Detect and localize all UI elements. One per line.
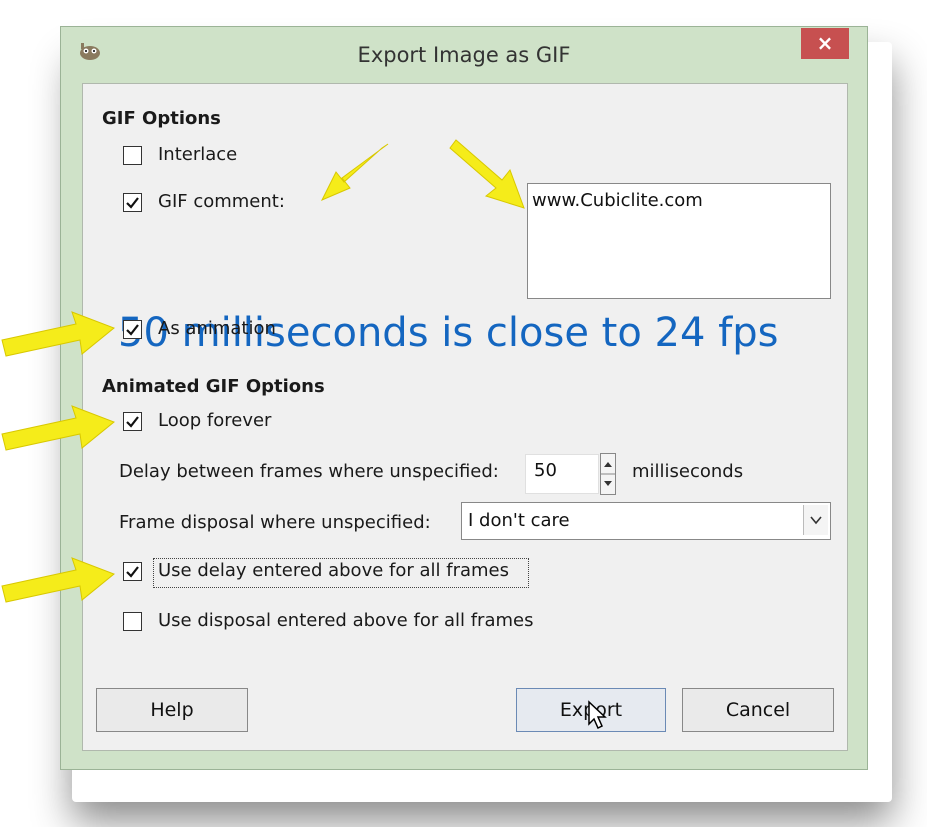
animated-options-heading: Animated GIF Options xyxy=(102,376,325,397)
close-icon: × xyxy=(816,31,834,55)
delay-label: Delay between frames where unspecified: xyxy=(119,461,499,482)
loop-forever-label[interactable]: Loop forever xyxy=(158,410,271,431)
disposal-label: Frame disposal where unspecified: xyxy=(119,512,431,533)
gif-comment-label[interactable]: GIF comment: xyxy=(158,191,285,212)
gif-comment-checkbox[interactable] xyxy=(123,193,142,212)
as-animation-label[interactable]: As animation xyxy=(158,318,276,339)
interlace-checkbox[interactable] xyxy=(123,146,142,165)
delay-input[interactable]: 50 xyxy=(525,454,599,494)
checkmark-icon xyxy=(126,566,139,578)
checkmark-icon xyxy=(126,324,139,336)
checkmark-icon xyxy=(126,197,139,209)
gif-options-heading: GIF Options xyxy=(102,108,221,129)
arrow-annotation-icon xyxy=(1,405,115,451)
arrow-annotation-icon xyxy=(449,139,525,209)
disposal-select[interactable]: I don't care xyxy=(461,502,831,540)
gif-comment-textarea[interactable]: www.Cubiclite.com xyxy=(527,183,831,299)
window-title: Export Image as GIF xyxy=(357,43,571,67)
use-delay-all-label[interactable]: Use delay entered above for all frames xyxy=(158,560,509,581)
title-bar[interactable]: Export Image as GIF × xyxy=(61,27,867,83)
arrow-annotation-icon xyxy=(1,557,115,603)
disposal-select-value: I don't care xyxy=(468,510,570,531)
mouse-pointer-icon xyxy=(588,700,607,730)
checkmark-icon xyxy=(126,416,139,428)
close-button[interactable]: × xyxy=(801,28,849,59)
use-delay-all-checkbox[interactable] xyxy=(123,562,142,581)
chevron-down-icon[interactable] xyxy=(803,505,828,535)
loop-forever-checkbox[interactable] xyxy=(123,412,142,431)
use-disposal-all-checkbox[interactable] xyxy=(123,612,142,631)
as-animation-checkbox[interactable] xyxy=(123,320,142,339)
arrow-annotation-icon xyxy=(1,311,115,357)
use-disposal-all-label[interactable]: Use disposal entered above for all frame… xyxy=(158,610,533,631)
help-button[interactable]: Help xyxy=(96,688,248,732)
delay-stepper[interactable] xyxy=(600,453,616,495)
arrow-annotation-icon xyxy=(320,143,389,201)
interlace-label[interactable]: Interlace xyxy=(158,144,237,165)
delay-unit-label: milliseconds xyxy=(632,461,744,482)
stepper-arrows-icon xyxy=(601,462,615,486)
cancel-button[interactable]: Cancel xyxy=(682,688,834,732)
